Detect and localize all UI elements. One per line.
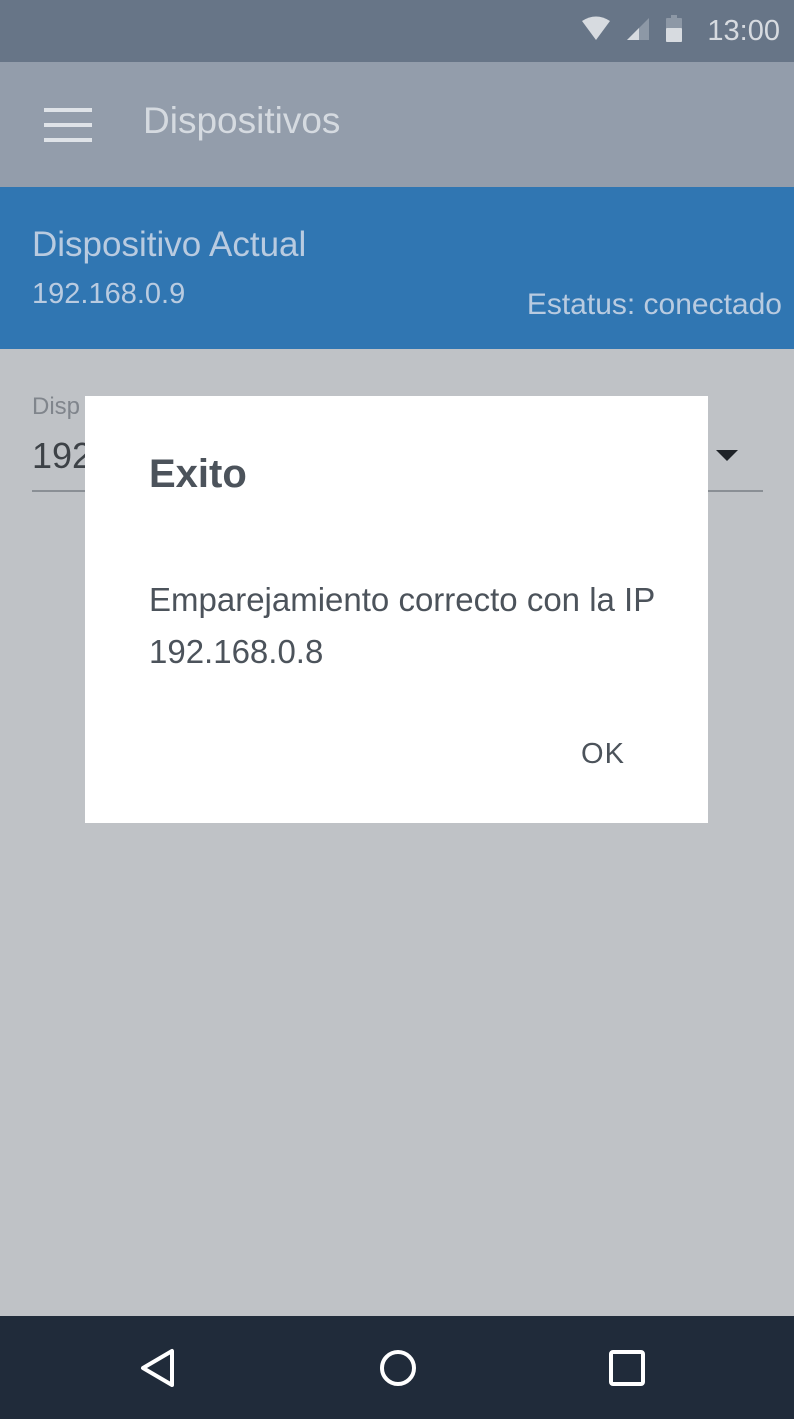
device-select[interactable]: 192 [32,435,92,477]
cellular-signal-icon [625,16,651,47]
device-select-label: Disp [32,393,81,420]
dialog-title: Exito [149,452,247,496]
status-icons: 13:00 [581,0,780,62]
success-dialog: Exito Emparejamiento correcto con la IP … [85,396,708,823]
app-title: Dispositivos [143,100,341,141]
current-device-title: Dispositivo Actual [32,225,307,264]
status-time: 13:00 [707,14,780,47]
battery-icon [665,14,683,48]
navigation-bar [0,1316,794,1419]
home-icon[interactable] [370,1342,426,1394]
hamburger-menu-icon[interactable] [44,108,92,142]
status-bar: 13:00 [0,0,794,62]
dialog-message: Emparejamiento correcto con la IP 192.16… [149,581,655,670]
dropdown-arrow-icon[interactable] [716,450,738,461]
app-bar: Dispositivos [0,62,794,187]
current-device-panel: Dispositivo Actual 192.168.0.9 Estatus: … [0,187,794,349]
wifi-icon [581,16,611,47]
ok-button[interactable]: OK [565,726,641,782]
current-device-ip: 192.168.0.9 [32,278,186,310]
connection-status: Estatus: conectado [526,288,782,321]
recents-icon[interactable] [599,1342,655,1394]
back-icon[interactable] [130,1342,186,1394]
